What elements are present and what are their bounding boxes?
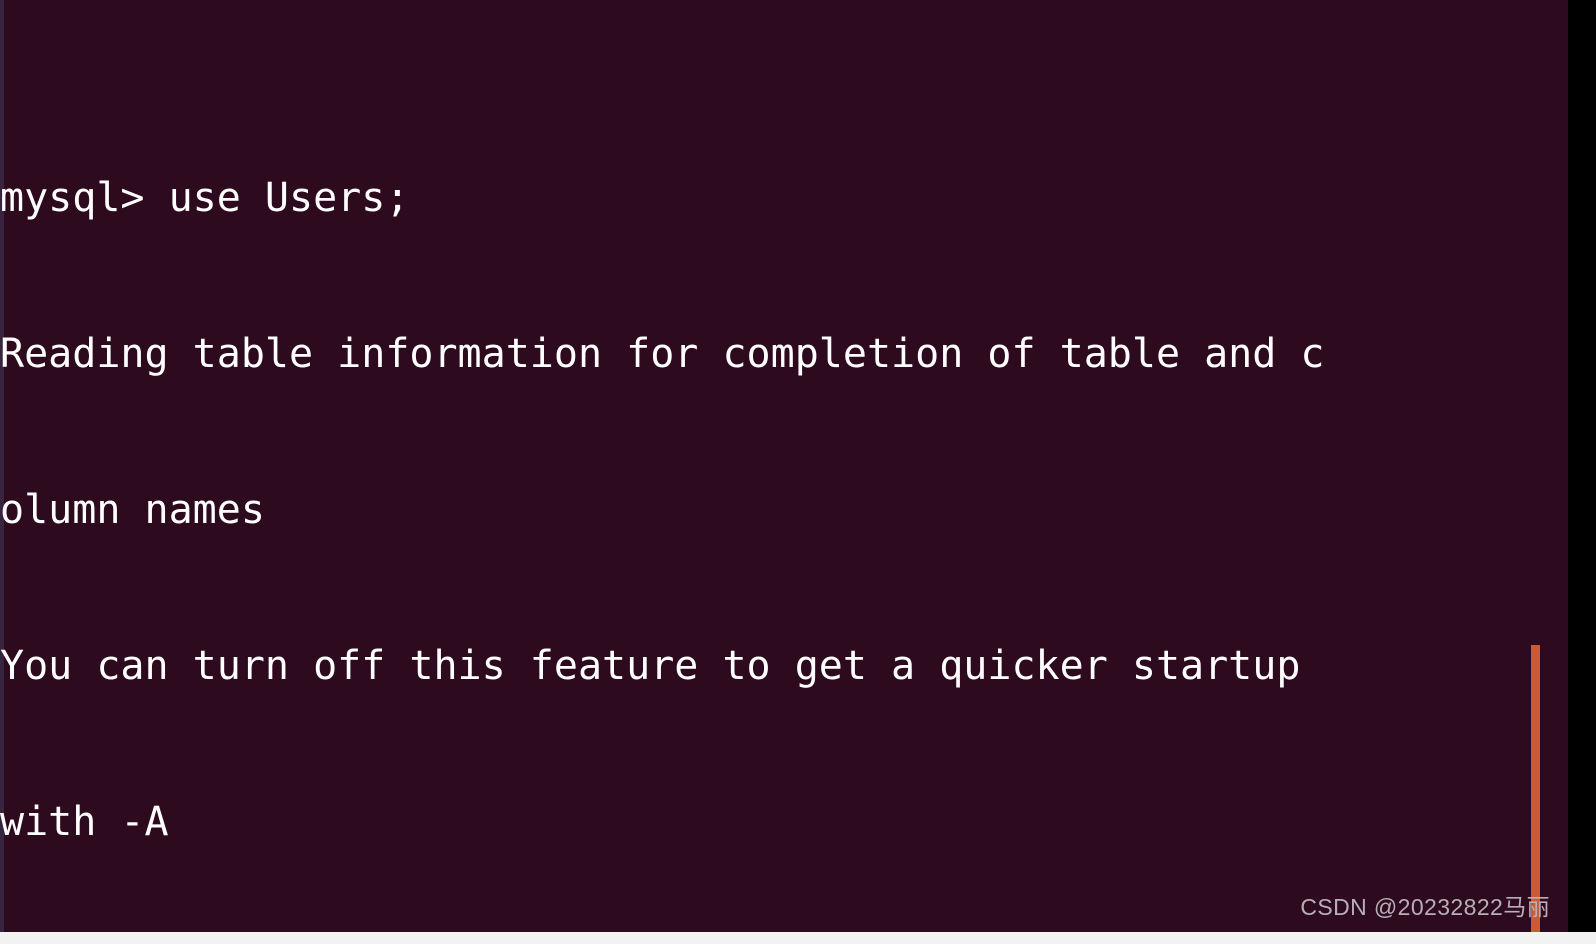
terminal-console-output[interactable]: mysql> use Users; Reading table informat… xyxy=(0,16,1568,932)
terminal-line: with -A xyxy=(0,799,169,845)
screenshot-root: mysql> use Users; Reading table informat… xyxy=(0,0,1596,944)
terminal-line: mysql> use Users; xyxy=(0,175,410,221)
terminal-window[interactable]: mysql> use Users; Reading table informat… xyxy=(0,0,1568,932)
csdn-watermark: CSDN @20232822马丽 xyxy=(1300,894,1550,920)
terminal-line: You can turn off this feature to get a q… xyxy=(0,643,1301,689)
terminal-line: olumn names xyxy=(0,487,265,533)
screenshot-bottom-strip xyxy=(0,932,1596,944)
terminal-line: Reading table information for completion… xyxy=(0,331,1325,377)
